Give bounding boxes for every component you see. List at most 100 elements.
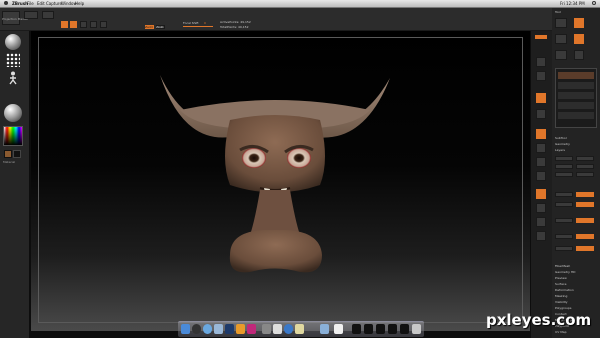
palette-item-layers[interactable]: Layers (555, 148, 565, 152)
apple-icon[interactable] (4, 1, 8, 5)
preview-icon[interactable] (273, 324, 282, 334)
shelf-local-button[interactable] (536, 93, 546, 103)
palette-slider-1[interactable] (555, 156, 573, 161)
shelf-persp-button[interactable] (536, 57, 546, 67)
palette-item-deformation[interactable]: Deformation (555, 288, 574, 292)
tool-thumb-5[interactable] (555, 50, 567, 60)
palette-slider-5[interactable] (555, 172, 573, 177)
menu-app-zbrush[interactable]: ZBrush (12, 1, 28, 6)
palette-item-masking[interactable]: Masking (555, 294, 567, 298)
color-picker-icon[interactable] (3, 126, 23, 146)
dashboard-icon[interactable] (192, 324, 201, 334)
minimized-window-3[interactable] (376, 324, 385, 334)
palette-slider-4[interactable] (576, 164, 594, 169)
palette-item-geometry-hd[interactable]: Geometry HD (555, 270, 575, 274)
palette-item-polygroups[interactable]: Polygroups (555, 306, 571, 310)
lightbox-button[interactable] (24, 11, 38, 19)
tool-thumb-4[interactable] (574, 34, 584, 44)
palette-item-visibility[interactable]: Visibility (555, 300, 568, 304)
minimized-window-1[interactable] (352, 324, 361, 334)
palette-slider-11[interactable] (555, 246, 573, 251)
textedit-icon[interactable] (295, 324, 304, 334)
tool-thumb-2[interactable] (574, 18, 584, 28)
head-face (225, 115, 325, 193)
draw-mode-button[interactable] (70, 21, 77, 28)
stroke-dots-icon[interactable] (6, 53, 20, 67)
photoshop-icon[interactable] (225, 324, 234, 334)
rotate-mode-button[interactable] (100, 21, 107, 28)
tool-palette-header[interactable]: Tool (555, 10, 561, 15)
palette-slider-2[interactable] (576, 156, 594, 161)
shelf-xyz-button[interactable] (536, 109, 546, 119)
palette-toggle-4[interactable] (576, 234, 594, 239)
focal-shift-value: 0 (204, 21, 206, 25)
palette-toggle-3[interactable] (576, 218, 594, 223)
palette-slider-3[interactable] (555, 164, 573, 169)
menu-capture[interactable]: Capture (46, 1, 62, 6)
minimized-window-4[interactable] (388, 324, 397, 334)
palette-item-uv-map[interactable]: UV Map (555, 330, 567, 334)
standard-brush-icon[interactable] (5, 34, 21, 50)
scale-mode-button[interactable] (90, 21, 97, 28)
tool-thumb-6[interactable] (574, 50, 584, 60)
palette-toggle-5[interactable] (576, 246, 594, 251)
itunes-icon[interactable] (284, 324, 293, 334)
zsub-label: Zsub (156, 25, 164, 29)
subtool-item[interactable] (558, 82, 594, 89)
safari-icon[interactable] (203, 324, 212, 334)
indesign-icon[interactable] (247, 324, 256, 334)
minimized-window-2[interactable] (364, 324, 373, 334)
minimized-window-5[interactable] (400, 324, 409, 334)
focal-shift-slider[interactable] (183, 26, 213, 27)
subtool-item-active[interactable] (558, 72, 594, 79)
documents-icon[interactable] (334, 324, 343, 334)
shelf-floor-button[interactable] (536, 71, 546, 81)
secondary-color-swatch[interactable] (13, 150, 21, 158)
subtool-item[interactable] (558, 92, 594, 99)
menu-file[interactable]: File (27, 1, 34, 6)
main-color-swatch[interactable] (4, 150, 12, 158)
palette-slider-9[interactable] (555, 218, 573, 223)
shelf-transp-button[interactable] (536, 203, 546, 213)
menubar-clock[interactable]: Fri 12:34 PM (560, 1, 585, 6)
palette-toggle-2[interactable] (576, 202, 594, 207)
alpha-figure-icon[interactable] (7, 71, 19, 85)
menu-edit[interactable]: Edit (37, 1, 45, 6)
shelf-solo-button[interactable] (536, 231, 546, 241)
zbrush-icon[interactable] (262, 324, 271, 334)
palette-item-surface[interactable]: Surface (555, 282, 566, 286)
move-mode-button[interactable] (80, 21, 87, 28)
tool-thumb-3[interactable] (555, 34, 567, 44)
palette-slider-6[interactable] (576, 172, 594, 177)
palette-item-geometry[interactable]: Geometry (555, 142, 570, 146)
subtool-item[interactable] (558, 112, 594, 119)
shelf-ghost-button[interactable] (536, 217, 546, 227)
material-sphere-icon[interactable] (4, 104, 22, 122)
spotlight-icon[interactable] (592, 1, 596, 5)
shelf-move-button[interactable] (536, 143, 546, 153)
quick-sketch-button[interactable] (42, 11, 54, 19)
shelf-rotate-button[interactable] (536, 171, 546, 181)
illustrator-icon[interactable] (236, 324, 245, 334)
total-points-readout: TotalPoints: 49,152 (220, 25, 249, 29)
palette-slider-10[interactable] (555, 234, 573, 239)
palette-item-subtool[interactable]: SubTool (555, 136, 567, 140)
finder-icon[interactable] (181, 324, 190, 334)
edit-mode-button[interactable] (61, 21, 68, 28)
menu-help[interactable]: Help (75, 1, 84, 6)
shelf-edit-button[interactable] (535, 35, 547, 39)
shelf-frame-button[interactable] (536, 129, 546, 139)
mail-icon[interactable] (214, 324, 223, 334)
palette-item-preview[interactable]: Preview (555, 276, 567, 280)
shelf-polyf-button[interactable] (536, 189, 546, 199)
palette-slider-8[interactable] (555, 202, 573, 207)
subtool-item[interactable] (558, 102, 594, 109)
folder-icon[interactable] (320, 324, 329, 334)
sculpted-horned-head-model[interactable] (150, 70, 400, 280)
trash-icon[interactable] (412, 324, 421, 334)
palette-item-fibermesh[interactable]: FiberMesh (555, 264, 570, 268)
tool-thumb-1[interactable] (555, 18, 567, 28)
palette-toggle-1[interactable] (576, 192, 594, 197)
palette-slider-7[interactable] (555, 192, 573, 197)
shelf-scale-button[interactable] (536, 157, 546, 167)
